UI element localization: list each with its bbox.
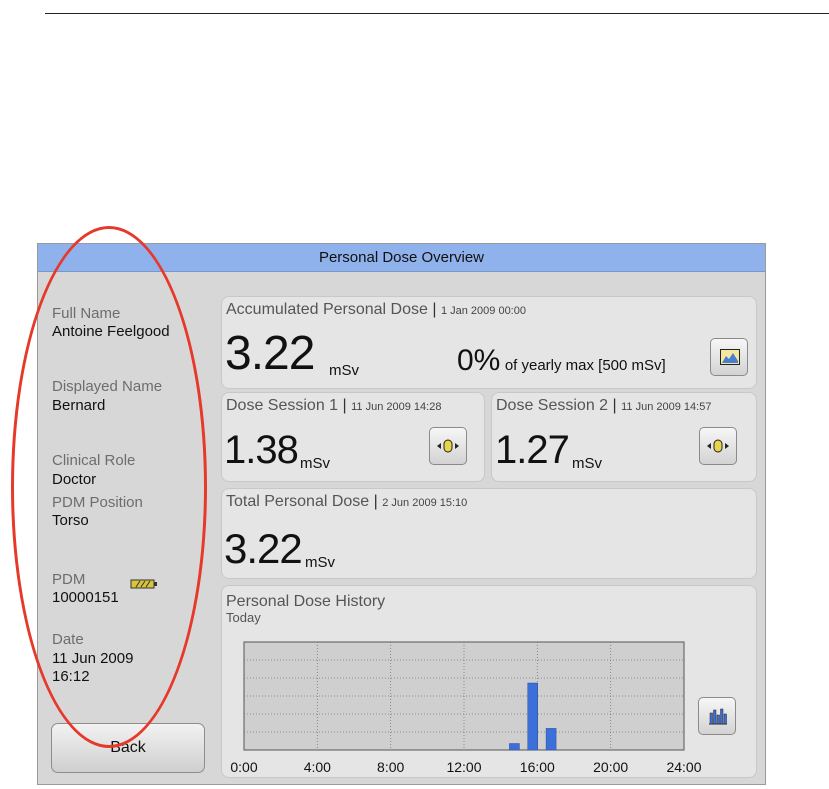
clinical-role-label: Clinical Role: [52, 452, 136, 469]
yearly-max-readout: 0% of yearly max [500 mSv]: [457, 344, 666, 378]
history-detail-button[interactable]: [698, 697, 736, 735]
window-title: Personal Dose Overview: [38, 244, 765, 272]
total-title-sep: |: [373, 493, 378, 510]
dose-history-chart: 0:00 4:00 8:00 12:00 16:00 20:00 24:00: [230, 641, 702, 775]
session1-title-sep: |: [342, 397, 347, 414]
session1-unit: mSv: [300, 455, 330, 472]
full-name-value: Antoine Feelgood: [52, 323, 170, 340]
session1-date: 11 Jun 2009 14:28: [351, 401, 442, 413]
session2-title: Dose Session 2 | 11 Jun 2009 14:57: [496, 397, 711, 415]
total-dose-panel: Total Personal Dose | 2 Jun 2009 15:10 3…: [221, 488, 757, 579]
session1-value: 1.38: [224, 428, 299, 472]
accumulated-title: Accumulated Personal Dose | 1 Jan 2009 0…: [226, 301, 526, 319]
bar-chart-icon: [709, 708, 727, 725]
session1-detail-button[interactable]: [429, 427, 467, 465]
chart-bar-1: [509, 743, 520, 751]
total-date: 2 Jun 2009 15:10: [382, 497, 468, 509]
accumulated-value: 3.22: [225, 327, 315, 380]
pdm-device-icon: [707, 439, 729, 453]
dose-session-1-panel: Dose Session 1 | 11 Jun 2009 14:28 1.38 …: [221, 392, 485, 482]
displayed-name-label: Displayed Name: [52, 378, 163, 395]
battery-icon: [130, 576, 158, 594]
pdm-device-icon: [437, 439, 459, 453]
accumulated-title-sep: |: [432, 301, 437, 318]
chart-x-tick-label: 16:00: [520, 759, 555, 775]
pdm-id-value: 10000151: [52, 589, 119, 606]
pdm-position-label: PDM Position: [52, 494, 143, 511]
total-unit: mSv: [305, 554, 335, 571]
accumulated-dose-panel: Accumulated Personal Dose | 1 Jan 2009 0…: [221, 296, 757, 389]
back-button[interactable]: Back: [51, 723, 205, 773]
session1-title: Dose Session 1 | 11 Jun 2009 14:28: [226, 397, 441, 415]
chart-x-tick-label: 8:00: [377, 759, 404, 775]
clinical-role-value: Doctor: [52, 471, 97, 488]
session2-title-sep: |: [612, 397, 617, 414]
chart-x-tick-label: 12:00: [446, 759, 481, 775]
date-label: Date: [52, 631, 84, 648]
total-title-text: Total Personal Dose: [226, 493, 370, 510]
yearly-max-text: of yearly max [500 mSv]: [504, 357, 666, 374]
area-chart-icon: [720, 349, 740, 365]
chart-x-tick-label: 4:00: [304, 759, 331, 775]
top-rule: [45, 13, 829, 14]
pdm-label: PDM: [52, 571, 86, 588]
chart-bar-2: [527, 682, 538, 751]
session2-unit: mSv: [572, 455, 602, 472]
chart-x-tick-label: 0:00: [230, 759, 257, 775]
full-name-label: Full Name: [52, 305, 121, 322]
displayed-name-value: Bernard: [52, 397, 106, 414]
dose-overview-window: Personal Dose Overview Full Name Antoine…: [37, 243, 766, 785]
time-value: 16:12: [52, 668, 90, 685]
accumulated-date: 1 Jan 2009 00:00: [440, 305, 526, 317]
session2-title-text: Dose Session 2: [496, 397, 609, 414]
accumulated-title-text: Accumulated Personal Dose: [226, 301, 428, 318]
session2-date: 11 Jun 2009 14:57: [621, 401, 712, 413]
session2-value: 1.27: [495, 428, 570, 472]
chart-x-tick-label: 24:00: [666, 759, 701, 775]
session1-title-text: Dose Session 1: [226, 397, 339, 414]
chart-bar-3: [545, 728, 557, 751]
total-value: 3.22: [224, 525, 303, 572]
chart-x-tick-label: 20:00: [593, 759, 628, 775]
yearly-percent: 0%: [457, 344, 501, 377]
dose-session-2-panel: Dose Session 2 | 11 Jun 2009 14:57 1.27 …: [491, 392, 757, 482]
session2-detail-button[interactable]: [699, 427, 737, 465]
dose-graph-button[interactable]: [710, 338, 748, 376]
date-value: 11 Jun 2009: [52, 650, 134, 667]
pdm-position-value: Torso: [52, 512, 89, 529]
accumulated-unit: mSv: [329, 362, 359, 379]
dose-history-panel: Personal Dose History Today 0:00 4:00 8:00…: [221, 585, 757, 778]
total-title: Total Personal Dose | 2 Jun 2009 15:10: [226, 493, 467, 511]
